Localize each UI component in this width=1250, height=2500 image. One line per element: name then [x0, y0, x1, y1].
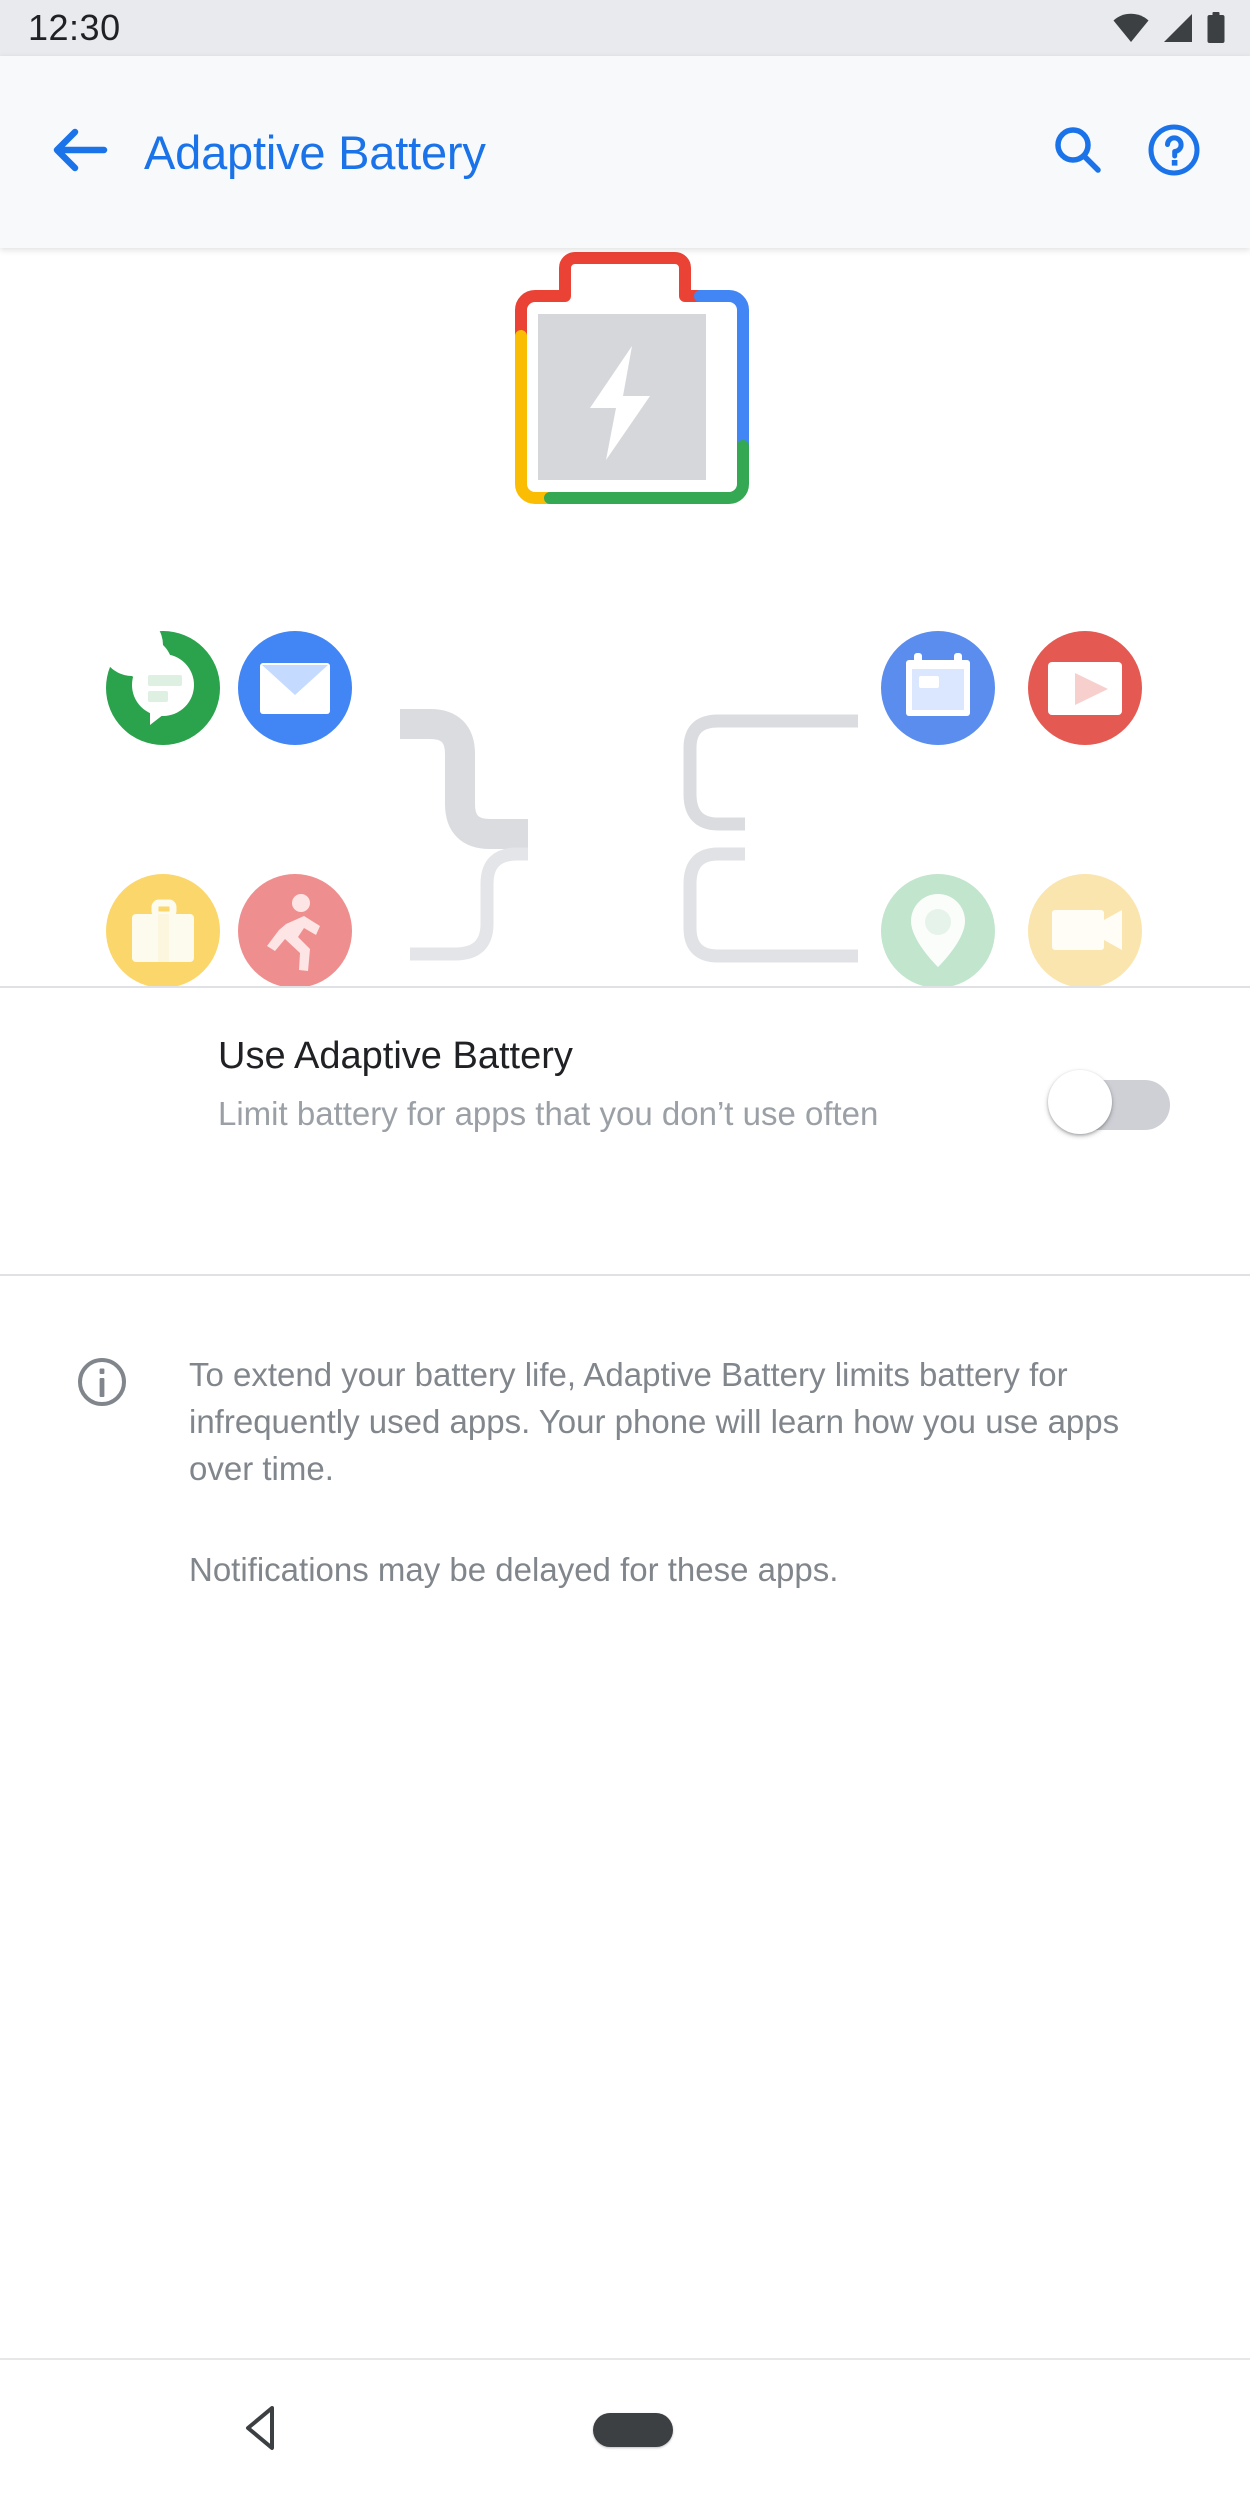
fit-run-icon	[238, 874, 352, 987]
maps-pin-icon	[881, 874, 995, 987]
switch-knob	[1048, 1070, 1112, 1134]
adaptive-battery-graphic	[0, 248, 1250, 987]
info-circle-icon	[76, 1356, 128, 1408]
battery-graphic	[515, 258, 743, 498]
help-button[interactable]	[1126, 104, 1222, 200]
toggle-subtitle: Limit battery for apps that you don’t us…	[218, 1093, 918, 1135]
connector-right-top	[690, 721, 858, 824]
connector-right-bottom	[690, 854, 858, 956]
connector-left-bottom	[410, 854, 528, 954]
system-nav-bar	[0, 2360, 1250, 2500]
use-adaptive-battery-switch[interactable]	[1048, 1070, 1170, 1134]
cellular-signal-icon	[1162, 13, 1194, 43]
wifi-icon	[1112, 13, 1150, 43]
briefcase-icon	[106, 874, 220, 987]
back-arrow-icon	[51, 126, 109, 179]
battery-full-icon	[1206, 12, 1226, 44]
toggle-text-block: Use Adaptive Battery Limit battery for a…	[218, 1034, 1070, 1135]
back-button[interactable]	[24, 96, 136, 208]
status-bar-icons	[1112, 12, 1226, 44]
messages-icon	[101, 614, 220, 745]
status-bar-clock: 12:30	[28, 10, 121, 46]
nav-home-pill[interactable]	[593, 2413, 673, 2447]
info-paragraph-1: To extend your battery life, Adaptive Ba…	[189, 1352, 1134, 1493]
info-paragraph-2: Notifications may be delayed for these a…	[189, 1547, 1134, 1594]
nav-back-button[interactable]	[222, 2390, 302, 2470]
play-video-icon	[1028, 631, 1142, 745]
status-bar: 12:30	[0, 0, 1250, 56]
search-icon	[1052, 124, 1104, 181]
toggle-title: Use Adaptive Battery	[218, 1034, 1070, 1079]
help-circle-icon	[1147, 123, 1201, 182]
nav-back-triangle-icon	[239, 2402, 285, 2459]
info-section: To extend your battery life, Adaptive Ba…	[0, 1276, 1250, 1593]
calendar-icon	[881, 631, 995, 745]
hero-illustration	[0, 248, 1250, 987]
connector-left-top	[400, 724, 528, 834]
info-text-block: To extend your battery life, Adaptive Ba…	[189, 1352, 1139, 1593]
video-cam-icon	[1028, 874, 1142, 987]
search-button[interactable]	[1030, 104, 1126, 200]
app-bar: Adaptive Battery	[0, 56, 1250, 248]
gmail-icon	[238, 631, 352, 745]
page-title: Adaptive Battery	[144, 125, 1030, 180]
